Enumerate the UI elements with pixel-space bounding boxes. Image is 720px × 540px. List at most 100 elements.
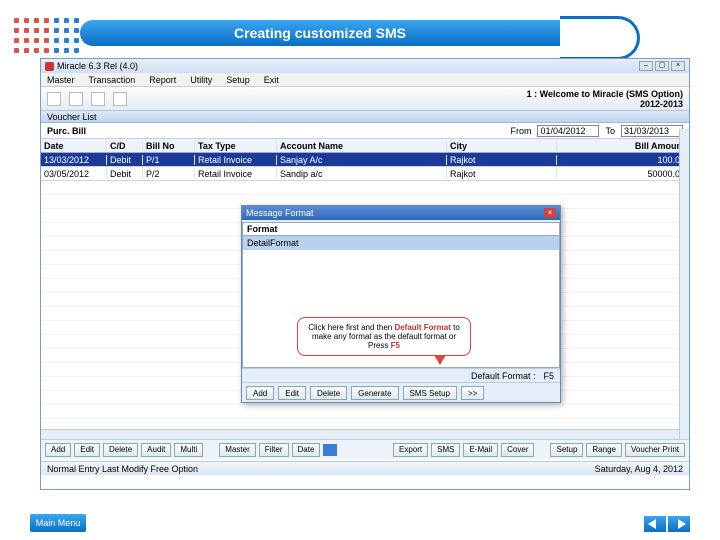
vertical-scrollbar[interactable]: [679, 129, 689, 439]
cell-tax: Retail Invoice: [195, 169, 277, 179]
popup-add-button[interactable]: Add: [246, 386, 274, 400]
sort-arrow-icon[interactable]: [323, 444, 337, 456]
table-row[interactable]: 13/03/2012 Debit P/1 Retail Invoice Sanj…: [41, 153, 689, 167]
statusbar: Normal Entry Last Modify Free Option Sat…: [41, 461, 689, 475]
tool-icon-1[interactable]: [47, 92, 61, 106]
prev-arrow-icon[interactable]: [644, 516, 666, 532]
btn-export[interactable]: Export: [393, 443, 428, 457]
from-label: From: [510, 126, 531, 136]
cell-date: 13/03/2012: [41, 155, 107, 165]
cell-amt: 50000.00: [557, 169, 689, 179]
voucher-list-header: Voucher List: [41, 111, 689, 123]
period-text: 2012-2013: [527, 99, 683, 109]
table-row[interactable]: 03/05/2012 Debit P/2 Retail Invoice Sand…: [41, 167, 689, 181]
callout-b2: F5: [391, 341, 400, 350]
cell-tax: Retail Invoice: [195, 155, 277, 165]
cell-acct: Sanjay A/c: [277, 155, 447, 165]
cell-cd: Debit: [107, 155, 143, 165]
btn-date[interactable]: Date: [292, 443, 321, 457]
nav-arrows: [644, 516, 690, 532]
btn-multi[interactable]: Multi: [174, 443, 203, 457]
btn-setup[interactable]: Setup: [550, 443, 583, 457]
btn-cover[interactable]: Cover: [501, 443, 534, 457]
from-date-input[interactable]: [537, 125, 599, 137]
slide-title-wrap: Creating customized SMS: [80, 20, 640, 48]
titlebar: Miracle 6.3 Rel (4.0) – ▢ ×: [41, 59, 689, 73]
btn-sms[interactable]: SMS: [431, 443, 460, 457]
app-icon: [45, 62, 54, 71]
main-menu-button[interactable]: Main Menu: [30, 514, 86, 532]
popup-close-icon[interactable]: ×: [544, 208, 556, 218]
welcome-text: 1 : Welcome to Miracle (SMS Option): [527, 89, 683, 99]
slide-title: Creating customized SMS: [80, 20, 560, 46]
popup-buttons: Add Edit Delete Generate SMS Setup >>: [242, 382, 560, 402]
format-label: Format: [243, 224, 282, 234]
horizontal-scrollbar[interactable]: [41, 429, 679, 439]
col-account[interactable]: Account Name: [277, 141, 447, 151]
btn-delete[interactable]: Delete: [103, 443, 138, 457]
cell-acct: Sandip a/c: [277, 169, 447, 179]
callout-t1: Click here first and then: [308, 323, 394, 332]
tool-icon-3[interactable]: [91, 92, 105, 106]
popup-title: Message Format: [246, 208, 314, 218]
decor-dots: [14, 18, 80, 54]
btn-add[interactable]: Add: [45, 443, 71, 457]
list-item[interactable]: DetailFormat: [243, 236, 559, 250]
cell-date: 03/05/2012: [41, 169, 107, 179]
grid-header: Date C/D Bill No Tax Type Account Name C…: [41, 139, 689, 153]
status-left: Normal Entry Last Modify Free Option: [47, 464, 198, 474]
minimize-button[interactable]: –: [639, 61, 653, 71]
col-taxtype[interactable]: Tax Type: [195, 141, 277, 151]
filter-row: Purc. Bill From To: [41, 123, 689, 139]
maximize-button[interactable]: ▢: [655, 61, 669, 71]
popup-smssetup-button[interactable]: SMS Setup: [403, 386, 457, 400]
popup-generate-button[interactable]: Generate: [351, 386, 398, 400]
grid-body: 13/03/2012 Debit P/1 Retail Invoice Sanj…: [41, 153, 689, 433]
close-button[interactable]: ×: [671, 61, 685, 71]
popup-more-button[interactable]: >>: [461, 386, 484, 400]
col-billno[interactable]: Bill No: [143, 141, 195, 151]
col-city[interactable]: City: [447, 141, 557, 151]
menubar: Master Transaction Report Utility Setup …: [41, 73, 689, 87]
tool-icon-2[interactable]: [69, 92, 83, 106]
tool-icon-4[interactable]: [113, 92, 127, 106]
col-cd[interactable]: C/D: [107, 141, 143, 151]
cell-bill: P/2: [143, 169, 195, 179]
menu-master[interactable]: Master: [47, 75, 75, 85]
menu-exit[interactable]: Exit: [264, 75, 279, 85]
btn-email[interactable]: E-Mail: [463, 443, 498, 457]
bottom-buttons: Add Edit Delete Audit Multi Master Filte…: [41, 439, 689, 459]
menu-report[interactable]: Report: [149, 75, 176, 85]
default-format-label: Default Format :: [471, 371, 536, 381]
callout-b1: Default Format: [394, 323, 450, 332]
btn-audit[interactable]: Audit: [141, 443, 171, 457]
btn-master[interactable]: Master: [219, 443, 255, 457]
cell-city: Rajkot: [447, 155, 557, 165]
popup-edit-button[interactable]: Edit: [278, 386, 306, 400]
menu-setup[interactable]: Setup: [226, 75, 250, 85]
to-label: To: [605, 126, 615, 136]
btn-edit[interactable]: Edit: [74, 443, 100, 457]
btn-range[interactable]: Range: [586, 443, 622, 457]
to-date-input[interactable]: [621, 125, 683, 137]
cell-amt: 100.00: [557, 155, 689, 165]
btn-voucher-print[interactable]: Voucher Print: [625, 443, 685, 457]
toolbar: 1 : Welcome to Miracle (SMS Option) 2012…: [41, 87, 689, 111]
menu-transaction[interactable]: Transaction: [89, 75, 136, 85]
purc-bill-label: Purc. Bill: [47, 126, 86, 136]
message-format-popup: Message Format × Format DetailFormat Def…: [241, 205, 561, 403]
next-arrow-icon[interactable]: [668, 516, 690, 532]
cell-bill: P/1: [143, 155, 195, 165]
col-amount[interactable]: Bill Amount: [557, 141, 689, 151]
format-field: Format: [242, 222, 560, 236]
popup-status[interactable]: Default Format : F5: [242, 368, 560, 382]
default-format-key: F5: [543, 371, 554, 381]
app-window: Miracle 6.3 Rel (4.0) – ▢ × Master Trans…: [40, 58, 690, 490]
btn-filter[interactable]: Filter: [259, 443, 289, 457]
col-date[interactable]: Date: [41, 141, 107, 151]
menu-utility[interactable]: Utility: [190, 75, 212, 85]
title-curve: [560, 16, 640, 60]
status-right: Saturday, Aug 4, 2012: [595, 464, 683, 474]
instruction-callout: Click here first and then Default Format…: [297, 317, 471, 356]
popup-delete-button[interactable]: Delete: [310, 386, 347, 400]
